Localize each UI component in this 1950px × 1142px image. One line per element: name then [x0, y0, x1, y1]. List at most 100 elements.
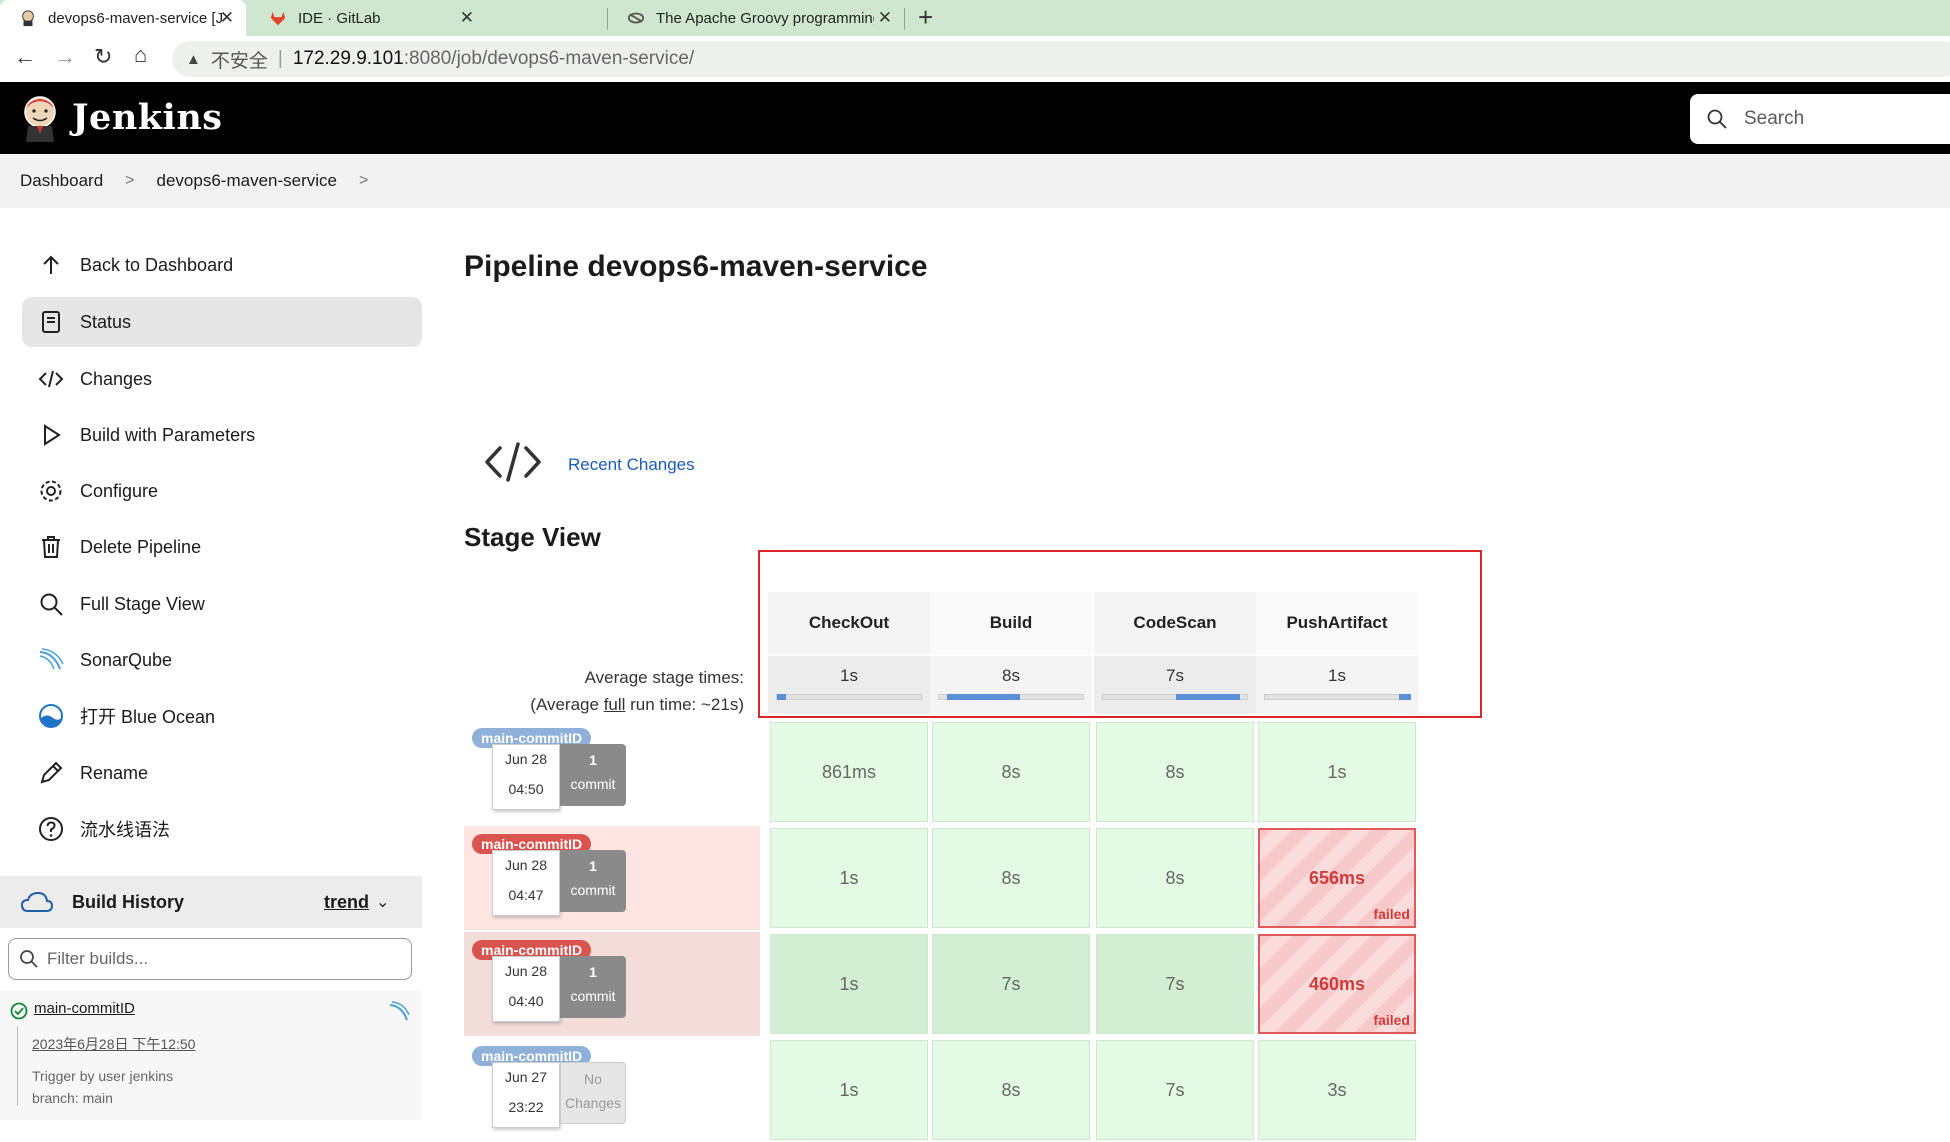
avg-label-text: run time: ~21s) [625, 695, 744, 714]
commit-label: commit [570, 882, 616, 898]
stage-cell-checkout[interactable]: 1s [770, 1040, 928, 1140]
sidebar-item-pipeline-syntax[interactable]: 流水线语法 [22, 804, 422, 854]
sidebar-item-label: 打开 Blue Ocean [80, 707, 216, 727]
stage-cell-duration: 8s [1001, 1079, 1021, 1100]
stage-cell-build[interactable]: 8s [932, 1040, 1090, 1140]
sidebar-item-label: Build with Parameters [80, 424, 256, 445]
average-stage-times-label: Average stage times: (Average full run t… [440, 664, 744, 718]
run-date: Jun 28 04:50 [492, 744, 560, 810]
run-date-time: 04:50 [508, 781, 544, 797]
build-date-link[interactable]: 2023年6月28日 下午12:50 [32, 1034, 195, 1054]
sidebar-item-status[interactable]: Status [22, 297, 422, 347]
success-check-icon [10, 1002, 28, 1020]
stage-cell-codescan[interactable]: 7s [1096, 934, 1254, 1034]
build-history-header: Build History trend ⌄ [0, 876, 422, 928]
build-history-entry: main-commitID 2023年6月28日 下午12:50 Trigger… [0, 990, 422, 1120]
sidebar-item-rename[interactable]: Rename [22, 748, 422, 798]
browser-toolbar: ← → ↻ ⌂ ▲ 不安全 | 172.29.9.101:8080/job/de… [0, 36, 1950, 82]
sidebar-item-label: Full Stage View [80, 593, 205, 614]
stage-cell-checkout[interactable]: 861ms [770, 722, 928, 822]
jenkins-favicon-icon [18, 8, 38, 28]
commit-count: 1 [589, 858, 597, 874]
jenkins-header: Jenkins Search [0, 82, 1950, 154]
run-date-time: 04:40 [508, 993, 544, 1009]
commit-label: commit [570, 988, 616, 1004]
jenkins-logo-icon[interactable] [20, 94, 60, 142]
sidebar-item-configure[interactable]: Configure [22, 466, 422, 516]
commit-count-box[interactable]: 1 commit [560, 850, 626, 912]
jenkins-brand[interactable]: Jenkins [72, 97, 222, 138]
filter-placeholder: Filter builds... [47, 949, 149, 968]
stage-cell-pushartifact[interactable]: 460ms failed [1258, 934, 1416, 1034]
stage-cell-pushartifact[interactable]: 1s [1258, 722, 1416, 822]
sonarqube-icon [38, 647, 64, 673]
address-bar[interactable]: ▲ 不安全 | 172.29.9.101:8080/job/devops6-ma… [172, 41, 1950, 77]
back-arrow-icon[interactable]: ← [14, 44, 36, 70]
stage-cell-duration: 7s [1001, 973, 1021, 994]
trash-icon [38, 534, 64, 560]
close-tab-icon[interactable]: ✕ [460, 8, 474, 28]
recent-changes-link[interactable]: Recent Changes [568, 455, 695, 475]
new-tab-button[interactable]: + [918, 2, 933, 33]
stage-cell-duration: 3s [1327, 1079, 1347, 1100]
chevron-down-icon[interactable]: ⌄ [376, 892, 389, 912]
browser-tab-gitlab[interactable]: IDE · GitLab ✕ [250, 0, 486, 36]
filter-builds-input[interactable]: Filter builds... [8, 938, 412, 980]
sonarqube-icon[interactable] [388, 1000, 410, 1022]
build-name-link[interactable]: main-commitID [34, 1000, 135, 1017]
failed-label: failed [1373, 906, 1410, 922]
browser-tab-groovy[interactable]: The Apache Groovy programming ✕ [608, 0, 904, 36]
search-box[interactable]: Search [1690, 94, 1950, 144]
stage-cell-checkout[interactable]: 1s [770, 828, 928, 928]
chevron-right-icon[interactable]: > [359, 172, 368, 190]
stage-cell-duration: 8s [1165, 867, 1185, 888]
failed-label: failed [1373, 1012, 1410, 1028]
address-divider: | [277, 48, 283, 69]
stage-cell-codescan[interactable]: 8s [1096, 722, 1254, 822]
stage-cell-build[interactable]: 8s [932, 722, 1090, 822]
stage-cell-pushartifact[interactable]: 3s [1258, 1040, 1416, 1140]
stage-cell-duration: 656ms [1308, 867, 1366, 888]
search-icon [1707, 109, 1727, 129]
document-icon [38, 309, 64, 335]
stage-cell-duration: 7s [1165, 973, 1185, 994]
stage-cell-checkout[interactable]: 1s [770, 934, 928, 1034]
browser-tab-jenkins[interactable]: devops6-maven-service [Jenkins] ✕ [0, 0, 246, 36]
search-input[interactable]: Search [1744, 108, 1804, 130]
stage-cell-pushartifact[interactable]: 656ms failed [1258, 828, 1416, 928]
stage-cell-codescan[interactable]: 8s [1096, 828, 1254, 928]
gitlab-favicon-icon [268, 8, 288, 28]
stage-cell-duration: 8s [1001, 867, 1021, 888]
no-changes-box[interactable]: No Changes [560, 1062, 626, 1124]
sidebar-item-blue-ocean[interactable]: 打开 Blue Ocean [22, 691, 422, 741]
reload-icon[interactable]: ↻ [94, 44, 112, 70]
stage-cell-duration: 1s [1327, 761, 1347, 782]
stage-cell-codescan[interactable]: 7s [1096, 1040, 1254, 1140]
sidebar-item-delete-pipeline[interactable]: Delete Pipeline [22, 522, 422, 572]
close-tab-icon[interactable]: ✕ [220, 8, 234, 28]
breadcrumb-job[interactable]: devops6-maven-service [157, 171, 337, 191]
forward-arrow-icon[interactable]: → [54, 44, 76, 70]
blue-ocean-icon [38, 703, 64, 729]
sidebar-item-build-with-parameters[interactable]: Build with Parameters [22, 410, 422, 460]
highlight-annotation-box [758, 550, 1482, 718]
close-tab-icon[interactable]: ✕ [878, 8, 892, 28]
breadcrumb-dashboard[interactable]: Dashboard [20, 171, 103, 191]
sidebar-item-changes[interactable]: Changes [22, 354, 422, 404]
commit-count-box[interactable]: 1 commit [560, 956, 626, 1018]
full-run-link[interactable]: full [604, 695, 626, 714]
commit-count-box[interactable]: 1 commit [560, 744, 626, 806]
tab-title: The Apache Groovy programming [656, 9, 874, 27]
stage-cell-build[interactable]: 7s [932, 934, 1090, 1034]
home-icon[interactable]: ⌂ [134, 42, 147, 68]
sidebar-item-back-to-dashboard[interactable]: Back to Dashboard [22, 240, 422, 290]
trend-link[interactable]: trend [324, 892, 369, 913]
sidebar-item-sonarqube[interactable]: SonarQube [22, 635, 422, 685]
avg-label-text: (Average [530, 695, 604, 714]
tab-separator [904, 8, 905, 30]
build-trigger-text: Trigger by user jenkins [32, 1068, 174, 1084]
stage-cell-build[interactable]: 8s [932, 828, 1090, 928]
sidebar-item-full-stage-view[interactable]: Full Stage View [22, 579, 422, 629]
chevron-right-icon: > [125, 172, 135, 189]
warning-triangle-icon[interactable]: ▲ [186, 51, 201, 68]
